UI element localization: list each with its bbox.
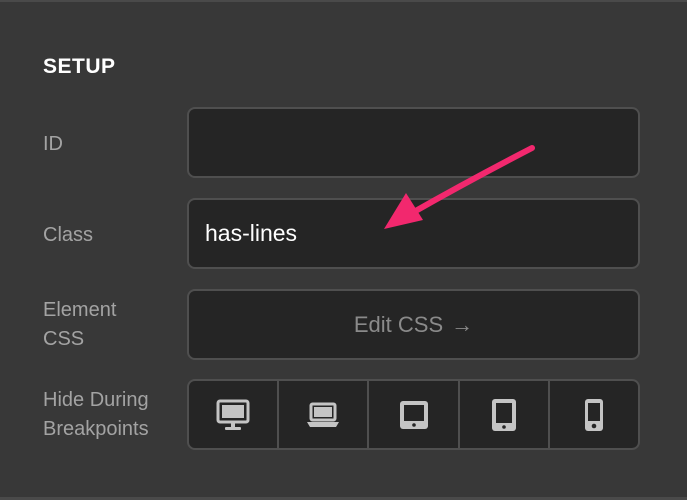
id-label: ID (43, 133, 63, 155)
id-field-wrapper (187, 107, 640, 178)
desktop-icon (216, 399, 250, 430)
setup-panel: SETUP ID Class Element CSS Edit CSS → Hi… (0, 0, 687, 500)
laptop-icon (307, 402, 340, 427)
tablet-landscape-icon (399, 400, 428, 429)
breakpoint-desktop-button[interactable] (189, 381, 280, 448)
breakpoint-tablet-landscape-button[interactable] (369, 381, 460, 448)
edit-css-label: Edit CSS (353, 311, 444, 337)
class-field-wrapper (187, 198, 640, 269)
mobile-icon (584, 398, 603, 431)
hide-breakpoints-label: Hide During Breakpoints (43, 386, 149, 444)
class-label: Class (43, 224, 94, 246)
element-css-label-line2: CSS (43, 328, 85, 350)
breakpoint-laptop-button[interactable] (279, 381, 370, 448)
tablet-portrait-icon (491, 398, 516, 431)
breakpoint-tablet-portrait-button[interactable] (460, 381, 550, 448)
class-input[interactable] (189, 200, 638, 267)
arrow-right-icon: → (451, 311, 474, 337)
breakpoint-toggle-group (187, 379, 640, 450)
element-css-label-line1: Element (43, 299, 117, 321)
hide-breakpoints-label-line1: Hide During (43, 389, 149, 411)
edit-css-button[interactable]: Edit CSS → (187, 289, 640, 360)
hide-breakpoints-label-line2: Breakpoints (43, 418, 149, 440)
breakpoint-mobile-button[interactable] (550, 381, 638, 448)
element-css-label: Element CSS (43, 296, 116, 354)
section-title: SETUP (43, 55, 116, 78)
id-input[interactable] (189, 109, 638, 176)
